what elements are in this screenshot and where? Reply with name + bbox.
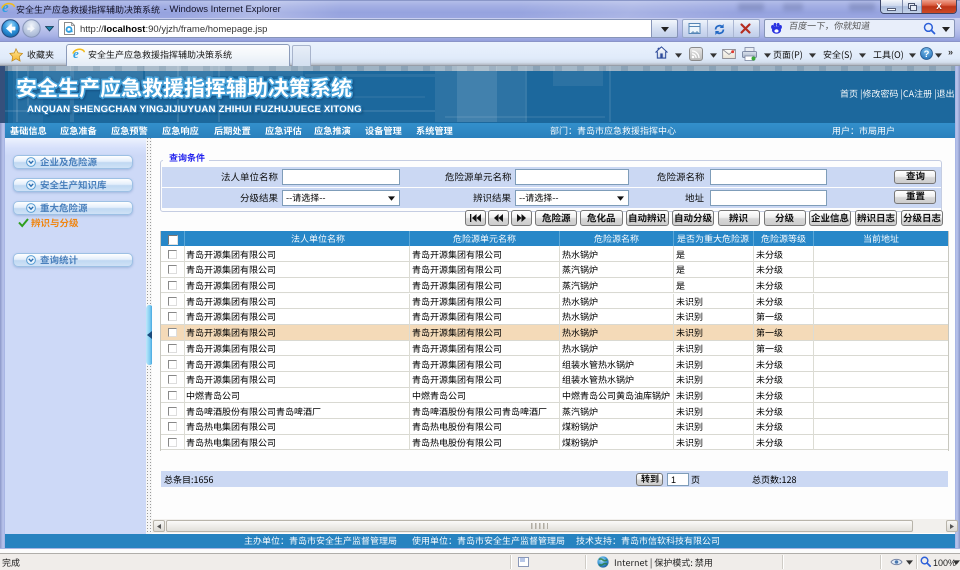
svg-text:?: ? xyxy=(924,49,930,60)
